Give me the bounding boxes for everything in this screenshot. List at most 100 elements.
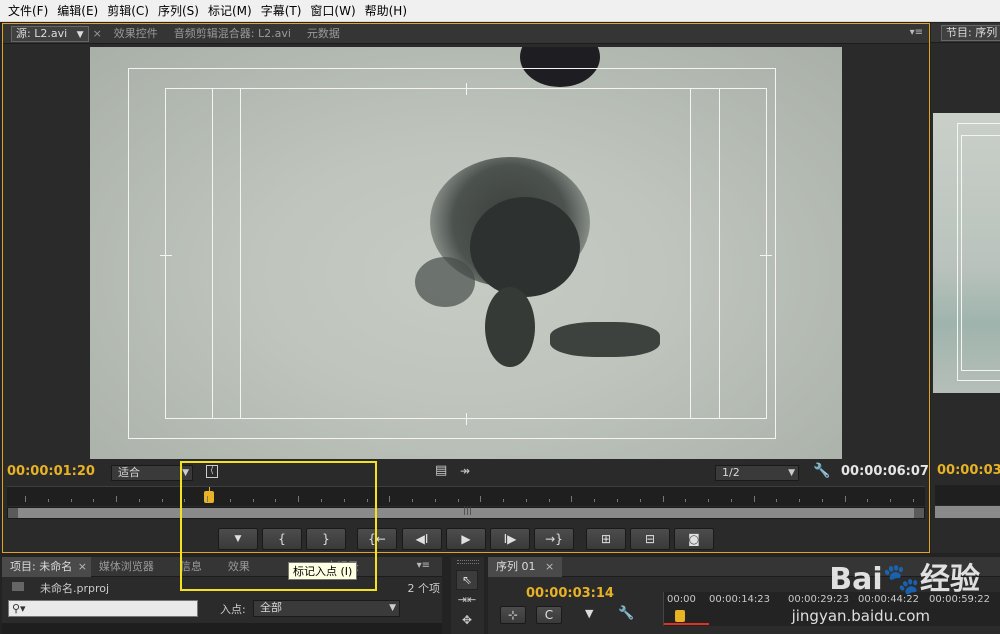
close-icon[interactable]: × [78,560,87,573]
resolution-dropdown[interactable]: 1/2 ▼ [715,465,799,481]
menu-marker[interactable]: 标记(M) [204,0,257,22]
ruler-tick [25,496,26,502]
go-to-out-button[interactable]: →} [534,528,574,550]
project-file-name: 未命名.prproj [40,582,110,595]
bin-icon [12,582,24,591]
add-marker-icon[interactable]: ▼ [585,607,593,620]
tab-media-browser[interactable]: 媒体浏览器 [91,557,162,577]
project-list-area[interactable] [2,623,442,634]
ruler-tick [708,499,709,502]
overwrite-icon: ⊟ [644,532,656,546]
ruler-tick [389,496,390,502]
ruler-tick [594,499,595,502]
center-tick [160,255,172,256]
title-safe-margin [165,88,767,419]
current-timecode[interactable]: 00:00:01:20 [7,464,95,479]
selection-tool-icon[interactable]: ⇖ [456,570,478,590]
insert-button[interactable]: ⊞ [586,528,626,550]
watermark-url: jingyan.baidu.com [791,607,930,625]
wrench-icon[interactable]: 🔧 [618,606,634,621]
wrench-icon[interactable]: 🔧 [813,463,830,479]
menu-clip[interactable]: 剪辑(C) [103,0,154,22]
zoom-handle-right[interactable] [914,508,924,518]
ruler-tick [913,499,914,502]
mark-in-tooltip: 标记入点 (I) [288,562,358,580]
ruler-tick [571,496,572,502]
in-point-dropdown[interactable]: 全部 ▼ [253,600,400,617]
tab-source[interactable]: 源: L2.avi ▼ [11,25,89,42]
ruler-tick [776,499,777,502]
menu-window[interactable]: 窗口(W) [306,0,360,22]
duration-timecode: 00:00:06:07 [841,464,929,479]
resolution-label: 1/2 [722,466,740,479]
ruler-tick [139,499,140,502]
program-timecode[interactable]: 00:00:03: [937,463,1000,478]
dropdown-arrow-icon[interactable]: ▼ [77,30,84,40]
link-icon: C [544,608,554,622]
menu-sequence[interactable]: 序列(S) [154,0,204,22]
sequence-timecode[interactable]: 00:00:03:14 [526,586,614,601]
step-back-button[interactable]: ◀I [402,528,442,550]
playhead-handle[interactable] [675,610,685,622]
linked-selection-button[interactable]: C [536,606,562,624]
tab-source-label: 源: L2.avi [16,26,68,40]
ruler-tick [617,499,618,502]
item-count: 2 个项 [407,582,441,595]
ruler-tick [458,499,459,502]
in-point-label: 入点: [220,603,246,616]
menu-title[interactable]: 字幕(T) [257,0,307,22]
ruler-tick [754,496,755,502]
tab-audio-clip-mixer[interactable]: 音频剪辑混合器: L2.avi [166,24,299,44]
close-icon[interactable]: × [89,24,106,44]
tab-program[interactable]: 节目: 序列 [941,24,1000,41]
menu-file[interactable]: 文件(F) [4,0,53,22]
overwrite-button[interactable]: ⊟ [630,528,670,550]
menu-help[interactable]: 帮助(H) [361,0,412,22]
work-area-line [664,623,709,625]
program-monitor-panel: 节目: 序列 00:00:03: [931,23,1000,553]
source-video-frame[interactable] [90,47,842,459]
filmstrip-icon[interactable]: ▤ [435,463,447,478]
zoom-handle-left[interactable] [8,508,18,518]
tab-metadata[interactable]: 元数据 [299,24,348,44]
guide-line [240,88,241,419]
menu-bar: 文件(F) 编辑(E) 剪辑(C) 序列(S) 标记(M) 字幕(T) 窗口(W… [0,0,1000,22]
ruler-label: 00:00:14:23 [709,594,771,605]
tools-panel: ⇖ ⇥⇤ ✥ [451,557,484,634]
ruler-tick [640,499,641,502]
zoom-grip-icon: ||| [463,506,473,516]
step-forward-button[interactable]: I▶ [490,528,530,550]
program-zoombar[interactable] [935,506,1000,518]
ruler-tick [93,499,94,502]
close-icon[interactable]: × [545,560,554,573]
program-video-frame[interactable] [933,113,1000,393]
tab-project[interactable]: 项目: 未命名 × [2,556,91,577]
tab-sequence[interactable]: 序列 01 × [488,556,563,577]
program-tabbar: 节目: 序列 [931,23,1000,43]
fit-dropdown-label: 适合 [118,466,140,479]
menu-edit[interactable]: 编辑(E) [53,0,103,22]
ripple-edit-tool-icon[interactable]: ✥ [456,613,478,629]
snap-button[interactable]: ⊹ [500,606,526,624]
in-point-value: 全部 [260,601,282,614]
ruler-tick [845,496,846,502]
audio-waveform-icon[interactable]: ↠ [460,464,470,478]
panel-menu-icon[interactable]: ▾≡ [417,560,430,571]
panel-menu-icon[interactable]: ▾≡ [910,27,923,38]
play-stop-button[interactable]: ▶ [446,528,486,550]
track-select-tool-icon[interactable]: ⇥⇤ [456,593,478,609]
source-time-ruler[interactable] [7,486,925,506]
safe-margin [961,135,1000,371]
ruler-tick [526,499,527,502]
program-ruler[interactable] [935,485,1000,505]
ruler-tick [731,499,732,502]
ruler-tick [435,499,436,502]
ruler-tick [890,499,891,502]
tab-effect-controls[interactable]: 效果控件 [106,24,166,44]
zoom-scrollbar[interactable]: ||| [7,506,925,519]
baidu-watermark: Bai🐾经验 [829,562,980,597]
chevron-down-icon: ▼ [389,603,396,613]
ruler-tick [663,496,664,502]
search-input[interactable]: ⚲▾ [8,600,198,617]
export-frame-button[interactable]: ◙ [674,528,714,550]
